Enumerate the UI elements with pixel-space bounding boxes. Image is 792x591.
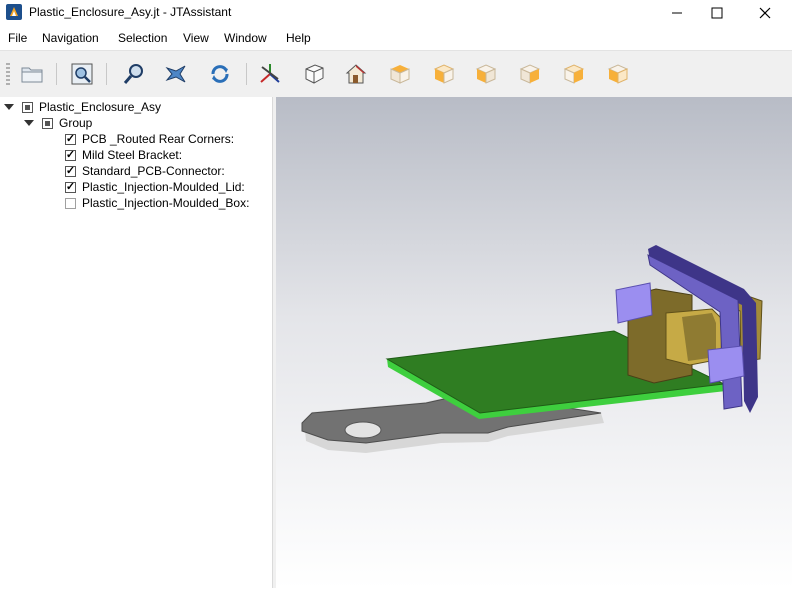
tree-node-box[interactable]: Plastic_Injection-Moulded_Box: bbox=[65, 195, 249, 211]
fit-all-button[interactable] bbox=[68, 60, 96, 88]
tree-node-label: PCB _Routed Rear Corners: bbox=[82, 132, 235, 146]
tree-node-root[interactable]: Plastic_Enclosure_Asy bbox=[4, 99, 161, 115]
toolbar-separator bbox=[106, 63, 107, 85]
wireframe-cube-icon bbox=[305, 64, 324, 84]
axes-button[interactable] bbox=[256, 60, 284, 88]
tree-node-label: Plastic_Enclosure_Asy bbox=[39, 100, 162, 114]
view-left-icon bbox=[475, 64, 497, 84]
title-bar: Plastic_Enclosure_Asy.jt - JTAssistant bbox=[0, 0, 792, 26]
menu-help[interactable]: Help bbox=[286, 31, 311, 45]
toolbar bbox=[0, 50, 792, 98]
bracket-visibility-checkbox[interactable]: ✓ bbox=[65, 149, 76, 161]
view-left-button[interactable] bbox=[472, 60, 500, 88]
fit-view-icon bbox=[71, 63, 93, 85]
menu-file[interactable]: File bbox=[8, 31, 27, 45]
tree-node-label: Group bbox=[59, 116, 93, 130]
tree-node-lid[interactable]: ✓ Plastic_Injection-Moulded_Lid: bbox=[65, 179, 245, 195]
pcb-visibility-checkbox[interactable]: ✓ bbox=[65, 133, 76, 145]
rotate-icon bbox=[211, 65, 229, 83]
minimize-icon bbox=[672, 12, 682, 14]
view-isometric-button[interactable] bbox=[386, 60, 414, 88]
jtassistant-logo-icon bbox=[6, 4, 22, 20]
box-visibility-checkbox[interactable] bbox=[65, 197, 76, 209]
assembly-model bbox=[301, 245, 763, 453]
open-folder-icon bbox=[21, 67, 43, 83]
view-back-button[interactable] bbox=[604, 60, 632, 88]
view-right-icon bbox=[563, 64, 585, 84]
view-front-button[interactable] bbox=[516, 60, 544, 88]
assembly-tree: Plastic_Enclosure_Asy Group ✓ PCB _Route… bbox=[0, 97, 272, 588]
connector-visibility-checkbox[interactable]: ✓ bbox=[65, 165, 76, 177]
fly-icon bbox=[165, 65, 186, 83]
wireframe-button[interactable] bbox=[300, 60, 328, 88]
toolbar-separator bbox=[56, 63, 57, 85]
window-title: Plastic_Enclosure_Asy.jt - JTAssistant bbox=[29, 5, 232, 19]
open-button[interactable] bbox=[18, 60, 46, 88]
tree-node-label: Plastic_Injection-Moulded_Lid: bbox=[82, 180, 245, 194]
tree-node-label: Mild Steel Bracket: bbox=[82, 148, 183, 162]
tree-node-connector[interactable]: ✓ Standard_PCB-Connector: bbox=[65, 163, 225, 179]
home-view-button[interactable] bbox=[342, 60, 370, 88]
maximize-button[interactable] bbox=[694, 0, 740, 26]
root-visibility-checkbox[interactable] bbox=[22, 101, 33, 113]
collapse-arrow-icon[interactable] bbox=[4, 104, 14, 110]
tree-node-label: Plastic_Injection-Moulded_Box: bbox=[82, 196, 250, 210]
menu-view[interactable]: View bbox=[183, 31, 209, 45]
zoom-icon bbox=[123, 64, 143, 84]
close-button[interactable] bbox=[742, 0, 788, 26]
3d-viewport[interactable] bbox=[276, 97, 792, 588]
fly-button[interactable] bbox=[162, 60, 190, 88]
tree-node-bracket[interactable]: ✓ Mild Steel Bracket: bbox=[65, 147, 182, 163]
view-back-icon bbox=[607, 64, 629, 84]
axes-icon bbox=[260, 64, 280, 83]
close-icon bbox=[759, 7, 771, 19]
rotate-button[interactable] bbox=[206, 60, 234, 88]
view-top-icon bbox=[433, 64, 455, 84]
tree-node-pcb[interactable]: ✓ PCB _Routed Rear Corners: bbox=[65, 131, 234, 147]
view-right-button[interactable] bbox=[560, 60, 588, 88]
view-front-icon bbox=[519, 64, 541, 84]
tree-node-group[interactable]: Group bbox=[24, 115, 92, 131]
maximize-icon bbox=[711, 7, 723, 19]
menu-navigation[interactable]: Navigation bbox=[42, 31, 99, 45]
group-visibility-checkbox[interactable] bbox=[42, 117, 53, 129]
toolbar-grip[interactable] bbox=[6, 63, 10, 85]
menu-bar: File Navigation Selection View Window He… bbox=[0, 28, 792, 48]
collapse-arrow-icon[interactable] bbox=[24, 120, 34, 126]
menu-window[interactable]: Window bbox=[224, 31, 267, 45]
tree-node-label: Standard_PCB-Connector: bbox=[82, 164, 225, 178]
view-top-button[interactable] bbox=[430, 60, 458, 88]
toolbar-separator bbox=[246, 63, 247, 85]
menu-selection[interactable]: Selection bbox=[118, 31, 167, 45]
view-isometric-icon bbox=[390, 65, 410, 84]
lid-visibility-checkbox[interactable]: ✓ bbox=[65, 181, 76, 193]
zoom-button[interactable] bbox=[120, 60, 148, 88]
home-view-icon bbox=[345, 64, 367, 84]
